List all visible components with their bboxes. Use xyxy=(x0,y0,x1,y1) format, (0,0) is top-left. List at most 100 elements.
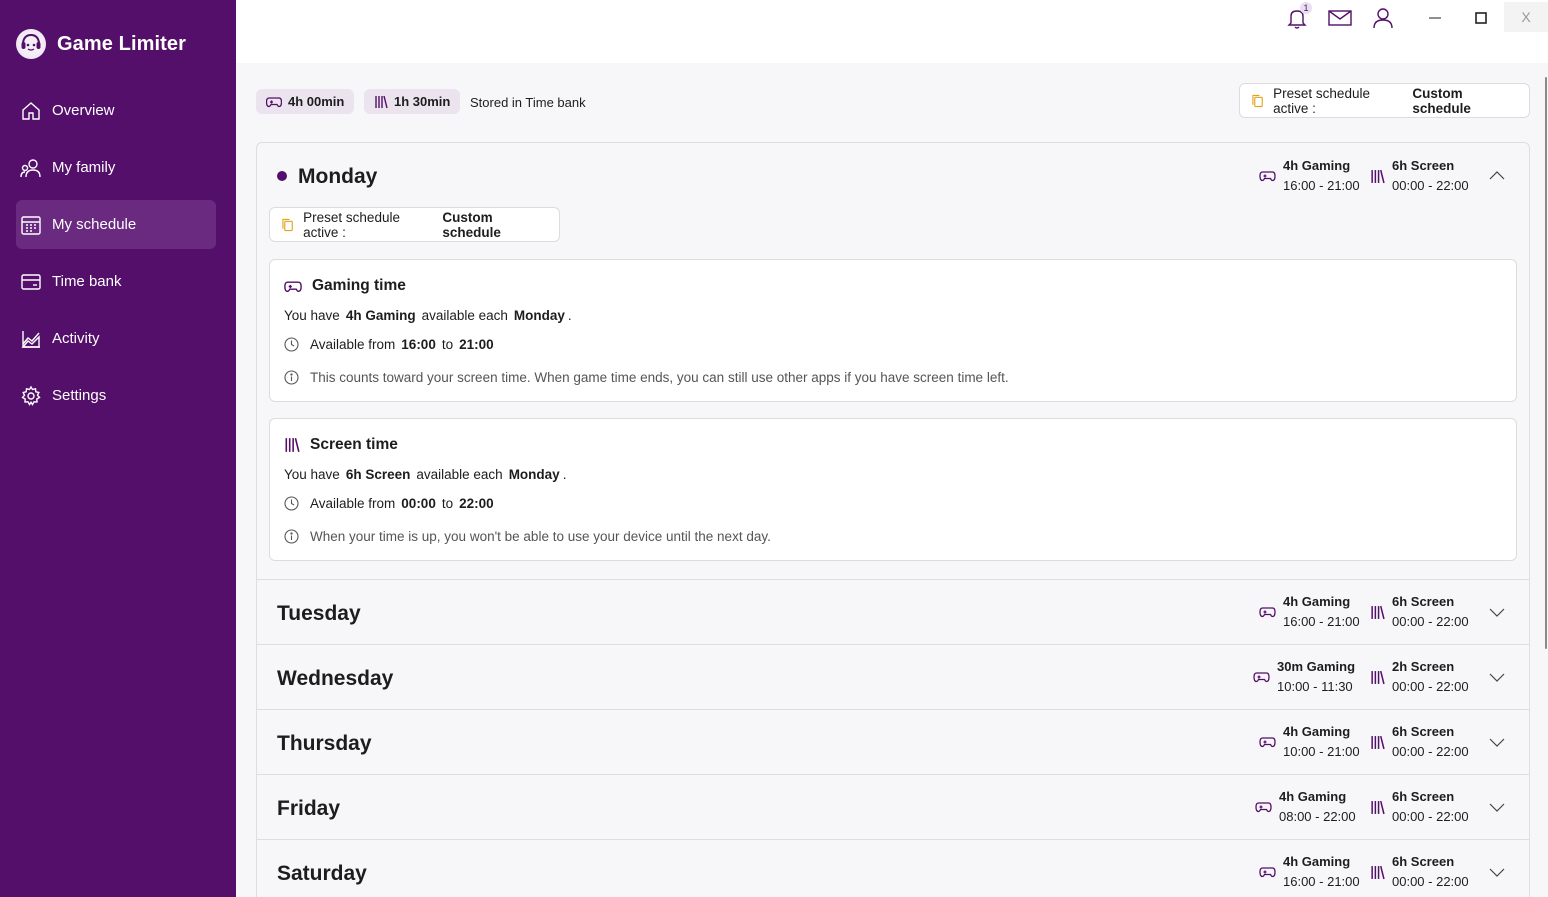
screen-amount: 6h Screen xyxy=(1392,854,1455,869)
info-icon xyxy=(284,529,299,544)
day-title[interactable]: Monday xyxy=(298,165,377,189)
gaming-summary: 4h Gaming 08:00 - 22:00 xyxy=(1255,787,1356,827)
day-card-monday: Monday 4h Gaming 16:00 - 21:00 6h Screen 0… xyxy=(256,142,1530,580)
screen-summary: 2h Screen 00:00 - 22:00 xyxy=(1370,657,1469,697)
sidebar-item-label: Overview xyxy=(52,102,115,119)
timebank-screen-value: 1h 30min xyxy=(394,94,451,109)
notifications-button[interactable]: 1 xyxy=(1285,2,1312,30)
screen-amount: 6h Screen xyxy=(1392,724,1455,739)
chevron-down-icon[interactable] xyxy=(1489,864,1505,880)
gaming-summary: 4h Gaming 10:00 - 21:00 xyxy=(1259,722,1360,762)
screen-range: 00:00 - 22:00 xyxy=(1392,679,1469,694)
day-row-thursday[interactable]: Thursday 4h Gaming 10:00 - 21:00 6h Scree… xyxy=(256,710,1530,775)
day-row-friday[interactable]: Friday 4h Gaming 08:00 - 22:00 6h Screen 0… xyxy=(256,775,1530,840)
sidebar-item-settings[interactable]: Settings xyxy=(16,371,216,420)
gamepad-icon xyxy=(1259,737,1276,748)
chevron-down-icon[interactable] xyxy=(1489,604,1505,620)
gaming-range: 10:00 - 11:30 xyxy=(1277,679,1353,694)
chevron-down-icon[interactable] xyxy=(1489,669,1505,685)
text: You have xyxy=(284,308,340,323)
sidebar: Game Limiter Overview My family My sched… xyxy=(0,0,236,897)
day-name: Monday xyxy=(508,467,560,482)
screen-amount: 2h Screen xyxy=(1392,659,1455,674)
day-row-wednesday[interactable]: Wednesday 30m Gaming 10:00 - 11:30 2h Scr… xyxy=(256,645,1530,710)
notification-badge: 1 xyxy=(1300,2,1312,14)
gaming-amount: 4h Gaming xyxy=(345,308,416,323)
scrollbar[interactable] xyxy=(1545,77,1547,649)
maximize-button[interactable] xyxy=(1459,2,1503,32)
panel-title-text: Gaming time xyxy=(312,277,406,294)
family-icon xyxy=(20,158,41,177)
chevron-up-icon[interactable] xyxy=(1489,168,1505,184)
gaming-amount: 4h Gaming xyxy=(1283,854,1351,869)
books-icon xyxy=(375,95,388,108)
sidebar-item-label: My family xyxy=(52,159,116,176)
day-name: Monday xyxy=(513,308,565,323)
account-button[interactable] xyxy=(1371,6,1395,30)
preset-value: Custom schedule xyxy=(442,209,501,240)
day-row-saturday[interactable]: Saturday 4h Gaming 16:00 - 21:00 6h Scree… xyxy=(256,840,1530,897)
maximize-icon xyxy=(1475,12,1487,24)
main-content: 4h 00min 1h 30min Stored in Time bank Pr… xyxy=(236,63,1548,897)
gaming-time-panel: Gaming time You have 4h Gaming available… xyxy=(269,259,1517,402)
gaming-range: 16:00 - 21:00 xyxy=(1283,614,1360,629)
gaming-amount: 4h Gaming xyxy=(1283,158,1351,173)
gaming-range: 08:00 - 22:00 xyxy=(1279,809,1356,824)
copy-icon xyxy=(1252,94,1263,107)
screen-summary: 6h Screen 00:00 - 22:00 xyxy=(1370,852,1469,892)
sidebar-item-time-bank[interactable]: Time bank xyxy=(16,257,216,306)
sidebar-item-my-family[interactable]: My family xyxy=(16,143,216,192)
gaming-summary: 30m Gaming 10:00 - 11:30 xyxy=(1253,657,1355,697)
gamepad-icon xyxy=(1255,802,1272,813)
sidebar-item-activity[interactable]: Activity xyxy=(16,314,216,363)
from-time: 16:00 xyxy=(401,337,436,352)
gaming-range: 16:00 - 21:00 xyxy=(1283,178,1360,193)
books-icon xyxy=(1371,169,1385,183)
chevron-down-icon[interactable] xyxy=(1489,799,1505,815)
books-icon xyxy=(1371,865,1385,879)
chart-icon xyxy=(21,330,40,348)
gaming-info-line: This counts toward your screen time. Whe… xyxy=(284,370,1009,385)
screen-time-panel: Screen time You have 6h Screen available… xyxy=(269,418,1517,561)
preset-value: Custom schedule xyxy=(1412,85,1471,116)
app-title: Game Limiter xyxy=(57,32,187,55)
day-title: Thursday xyxy=(277,732,372,755)
preset-schedule-banner[interactable]: Preset schedule active : Custom schedule xyxy=(1239,83,1530,118)
wallet-icon xyxy=(21,273,41,290)
screen-time-title: Screen time xyxy=(284,436,398,454)
screen-range: 00:00 - 22:00 xyxy=(1392,178,1469,193)
gaming-amount: 4h Gaming xyxy=(1283,594,1351,609)
text: to xyxy=(441,496,454,511)
brand: Game Limiter xyxy=(16,29,186,59)
books-icon xyxy=(285,437,300,453)
preset-schedule-banner-monday[interactable]: Preset schedule active : Custom schedule xyxy=(269,207,560,242)
minimize-button[interactable] xyxy=(1413,2,1457,32)
screen-summary: 6h Screen 00:00 - 22:00 xyxy=(1370,592,1469,632)
screen-hours-line: Available from 00:00 to 22:00 xyxy=(284,496,494,511)
gaming-range: 16:00 - 21:00 xyxy=(1283,874,1360,889)
text: Available from xyxy=(310,496,396,511)
sidebar-nav: Overview My family My schedule Time bank… xyxy=(16,86,216,428)
sidebar-item-overview[interactable]: Overview xyxy=(16,86,216,135)
sidebar-item-my-schedule[interactable]: My schedule xyxy=(16,200,216,249)
app-logo-icon xyxy=(16,29,46,59)
screen-allowance-line: You have 6h Screen available each Monday… xyxy=(284,467,566,482)
sidebar-item-label: My schedule xyxy=(52,216,137,233)
screen-info-line: When your time is up, you won't be able … xyxy=(284,529,771,544)
day-row-tuesday[interactable]: Tuesday 4h Gaming 16:00 - 21:00 6h Screen… xyxy=(256,580,1530,645)
home-icon xyxy=(22,101,40,120)
gaming-summary: 4h Gaming 16:00 - 21:00 xyxy=(1259,592,1360,632)
gaming-amount: 4h Gaming xyxy=(1283,724,1351,739)
text: You have xyxy=(284,467,340,482)
screen-range: 00:00 - 22:00 xyxy=(1392,874,1469,889)
timebank-stored-label: Stored in Time bank xyxy=(470,95,586,110)
clock-icon xyxy=(284,496,299,511)
screen-range: 00:00 - 22:00 xyxy=(1392,744,1469,759)
close-button[interactable]: X xyxy=(1504,2,1548,32)
info-text: When your time is up, you won't be able … xyxy=(310,529,771,544)
close-icon: X xyxy=(1521,9,1531,25)
chevron-down-icon[interactable] xyxy=(1489,734,1505,750)
text: Available from xyxy=(310,337,396,352)
gamepad-icon xyxy=(1253,672,1270,683)
messages-button[interactable] xyxy=(1328,6,1352,30)
